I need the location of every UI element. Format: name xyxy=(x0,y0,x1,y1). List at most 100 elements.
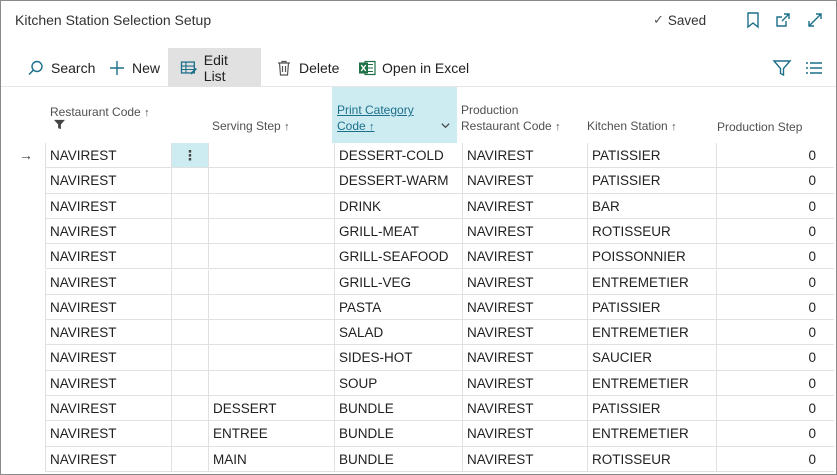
cell-restaurant-code[interactable]: NAVIREST xyxy=(45,168,172,194)
cell-print-category-code[interactable]: GRILL-SEAFOOD xyxy=(335,244,463,270)
cell-production-restaurant-code[interactable]: NAVIREST xyxy=(463,446,588,472)
cell-production-step[interactable]: 0 xyxy=(717,371,834,396)
cell-row-actions[interactable] xyxy=(172,370,209,396)
cell-kitchen-station[interactable]: ROTISSEUR xyxy=(588,218,717,245)
edit-list-button[interactable]: Edit List xyxy=(168,48,261,87)
cell-restaurant-code[interactable]: NAVIREST xyxy=(45,193,172,219)
cell-kitchen-station[interactable]: PATISSIER xyxy=(588,168,717,194)
cell-serving-step[interactable] xyxy=(209,370,335,396)
delete-button[interactable]: Delete xyxy=(267,48,347,87)
cell-kitchen-station[interactable]: PATISSIER xyxy=(588,294,717,321)
cell-serving-step[interactable] xyxy=(209,193,335,219)
cell-row-actions[interactable] xyxy=(172,345,209,371)
cell-row-actions[interactable] xyxy=(172,396,209,422)
cell-serving-step[interactable] xyxy=(209,244,335,270)
cell-production-restaurant-code[interactable]: NAVIREST xyxy=(463,320,588,346)
cell-production-restaurant-code[interactable]: NAVIREST xyxy=(463,396,588,422)
table-row[interactable]: NAVIREST SIDES-HOT NAVIREST SAUCIER 0 xyxy=(1,345,836,371)
cell-production-restaurant-code[interactable]: NAVIREST xyxy=(463,168,588,194)
cell-row-actions[interactable] xyxy=(172,218,209,245)
cell-serving-step[interactable]: ENTREE xyxy=(209,421,335,447)
table-row[interactable]: → NAVIREST ⋮ DESSERT-COLD NAVIREST PATISSIER 0 xyxy=(1,143,836,169)
cell-production-step[interactable]: 0 xyxy=(717,270,834,295)
cell-row-actions[interactable] xyxy=(172,294,209,321)
cell-print-category-code[interactable]: DESSERT-WARM xyxy=(335,168,463,194)
cell-production-step[interactable]: 0 xyxy=(717,447,834,472)
cell-row-actions[interactable] xyxy=(172,193,209,219)
table-row[interactable]: NAVIREST SOUP NAVIREST ENTREMETIER 0 xyxy=(1,370,836,396)
bookmark-icon[interactable] xyxy=(744,11,762,29)
cell-print-category-code[interactable]: DRINK xyxy=(335,193,463,219)
cell-restaurant-code[interactable]: NAVIREST xyxy=(45,370,172,396)
cell-serving-step[interactable]: DESSERT xyxy=(209,396,335,422)
cell-kitchen-station[interactable]: BAR xyxy=(588,193,717,219)
table-row[interactable]: NAVIREST PASTA NAVIREST PATISSIER 0 xyxy=(1,294,836,321)
cell-production-step[interactable]: 0 xyxy=(717,168,834,194)
cell-kitchen-station[interactable]: PATISSIER xyxy=(588,143,717,169)
cell-production-restaurant-code[interactable]: NAVIREST xyxy=(463,193,588,219)
table-row[interactable]: NAVIREST ENTREE BUNDLE NAVIREST ENTREMETIER 0 xyxy=(1,421,836,447)
cell-serving-step[interactable] xyxy=(209,320,335,346)
cell-kitchen-station[interactable]: SAUCIER xyxy=(588,345,717,371)
cell-row-actions[interactable] xyxy=(172,168,209,194)
cell-print-category-code[interactable]: SOUP xyxy=(335,370,463,396)
cell-kitchen-station[interactable]: ENTREMETIER xyxy=(588,370,717,396)
cell-production-restaurant-code[interactable]: NAVIREST xyxy=(463,269,588,295)
cell-production-restaurant-code[interactable]: NAVIREST xyxy=(463,143,588,169)
cell-serving-step[interactable] xyxy=(209,345,335,371)
cell-print-category-code[interactable]: GRILL-VEG xyxy=(335,269,463,295)
cell-restaurant-code[interactable]: NAVIREST xyxy=(45,396,172,422)
list-view-icon[interactable] xyxy=(804,58,824,78)
row-actions-menu-icon[interactable]: ⋮ xyxy=(172,143,209,169)
table-row[interactable]: NAVIREST GRILL-MEAT NAVIREST ROTISSEUR 0 xyxy=(1,218,836,245)
cell-row-actions[interactable] xyxy=(172,421,209,447)
column-header-production-restaurant-code[interactable]: Production Restaurant Code ↑ xyxy=(457,87,585,143)
cell-print-category-code[interactable]: BUNDLE xyxy=(335,446,463,472)
cell-kitchen-station[interactable]: ENTREMETIER xyxy=(588,320,717,346)
cell-row-actions[interactable] xyxy=(172,244,209,270)
cell-production-restaurant-code[interactable]: NAVIREST xyxy=(463,218,588,245)
cell-production-restaurant-code[interactable]: NAVIREST xyxy=(463,294,588,321)
cell-restaurant-code[interactable]: NAVIREST xyxy=(45,244,172,270)
cell-kitchen-station[interactable]: ENTREMETIER xyxy=(588,421,717,447)
table-row[interactable]: NAVIREST DESSERT-WARM NAVIREST PATISSIER 0 xyxy=(1,168,836,194)
cell-serving-step[interactable]: MAIN xyxy=(209,446,335,472)
cell-restaurant-code[interactable]: NAVIREST xyxy=(45,320,172,346)
cell-kitchen-station[interactable]: ROTISSEUR xyxy=(588,446,717,472)
column-header-serving-step[interactable]: Serving Step ↑ xyxy=(209,87,335,143)
cell-production-restaurant-code[interactable]: NAVIREST xyxy=(463,244,588,270)
cell-production-step[interactable]: 0 xyxy=(717,219,834,245)
cell-print-category-code[interactable]: BUNDLE xyxy=(335,421,463,447)
cell-production-step[interactable]: 0 xyxy=(717,295,834,321)
open-in-excel-button[interactable]: Open in Excel xyxy=(350,48,477,87)
filter-icon[interactable] xyxy=(772,58,792,78)
cell-kitchen-station[interactable]: PATISSIER xyxy=(588,396,717,422)
column-header-production-step[interactable]: Production Step xyxy=(713,87,833,143)
cell-serving-step[interactable] xyxy=(209,294,335,321)
cell-production-step[interactable]: 0 xyxy=(717,194,834,219)
column-header-restaurant-code[interactable]: Restaurant Code ↑ xyxy=(45,87,173,143)
table-row[interactable]: NAVIREST DRINK NAVIREST BAR 0 xyxy=(1,193,836,219)
cell-serving-step[interactable] xyxy=(209,143,335,169)
search-button[interactable]: Search xyxy=(19,48,103,87)
new-button[interactable]: New xyxy=(100,48,168,87)
cell-print-category-code[interactable]: BUNDLE xyxy=(335,396,463,422)
popout-icon[interactable] xyxy=(774,11,792,29)
cell-restaurant-code[interactable]: NAVIREST xyxy=(45,294,172,321)
cell-restaurant-code[interactable]: NAVIREST xyxy=(45,446,172,472)
cell-production-step[interactable]: 0 xyxy=(717,244,834,270)
cell-production-restaurant-code[interactable]: NAVIREST xyxy=(463,421,588,447)
cell-production-step[interactable]: 0 xyxy=(717,421,834,447)
cell-print-category-code[interactable]: SIDES-HOT xyxy=(335,345,463,371)
cell-print-category-code[interactable]: GRILL-MEAT xyxy=(335,218,463,245)
table-row[interactable]: NAVIREST DESSERT BUNDLE NAVIREST PATISSIER 0 xyxy=(1,396,836,422)
cell-restaurant-code[interactable]: NAVIREST xyxy=(45,345,172,371)
cell-serving-step[interactable] xyxy=(209,168,335,194)
cell-row-actions[interactable] xyxy=(172,269,209,295)
chevron-down-icon[interactable] xyxy=(440,120,451,134)
cell-restaurant-code[interactable]: NAVIREST xyxy=(45,421,172,447)
cell-print-category-code[interactable]: SALAD xyxy=(335,320,463,346)
cell-production-restaurant-code[interactable]: NAVIREST xyxy=(463,370,588,396)
cell-production-step[interactable]: 0 xyxy=(717,320,834,346)
table-row[interactable]: NAVIREST GRILL-VEG NAVIREST ENTREMETIER 0 xyxy=(1,269,836,295)
